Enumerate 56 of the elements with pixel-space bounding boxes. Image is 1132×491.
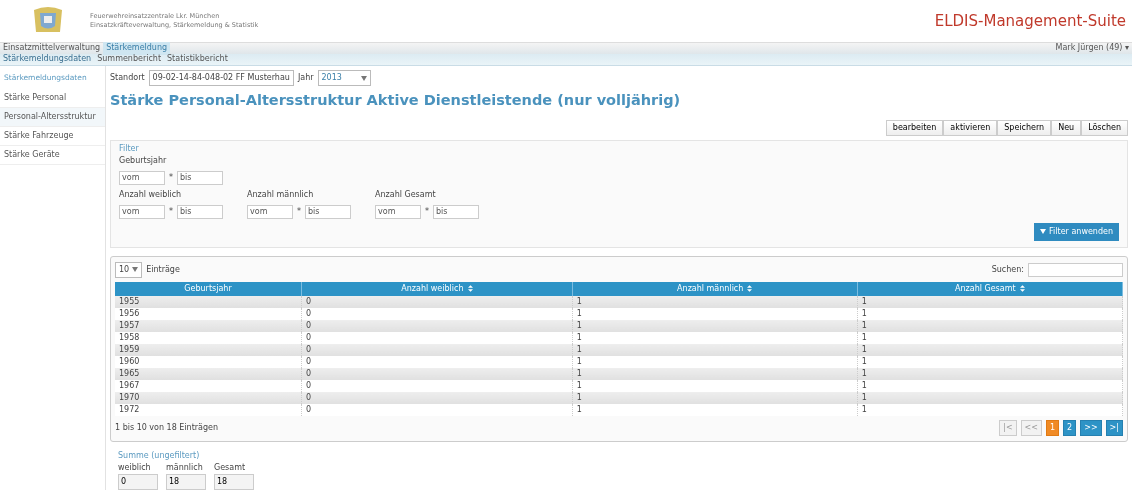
separator-text: * — [169, 205, 173, 218]
from-field[interactable]: vom — [119, 170, 165, 185]
sidebar-item[interactable]: Stärke Fahrzeuge — [0, 127, 105, 147]
sum-legend: Summe (ungefiltert) — [118, 449, 1128, 462]
search-field[interactable] — [1028, 262, 1123, 277]
sort-icon — [467, 285, 473, 293]
from-field[interactable]: vom — [375, 204, 421, 219]
nav-tab[interactable]: Stärkemeldung — [103, 42, 171, 55]
toolbar-button[interactable]: bearbeiten — [885, 119, 944, 136]
caret-icon — [1040, 229, 1047, 235]
field-label: Standort — [110, 72, 145, 84]
filter-label: Geburtsjahr — [119, 154, 168, 167]
page-size-label: Einträge — [146, 263, 180, 276]
nav-tab[interactable]: Einsatzmittelverwaltung — [0, 42, 104, 55]
toolbar-button[interactable]: Neu — [1051, 119, 1082, 136]
from-field[interactable]: vom — [119, 204, 165, 219]
caret-icon — [360, 75, 367, 81]
year-dropdown[interactable]: 2013 — [317, 70, 371, 86]
sort-icon — [1019, 285, 1025, 293]
separator-text: * — [425, 205, 429, 218]
separator-text: * — [297, 205, 301, 218]
apply-filter-button[interactable]: Filter anwenden — [1034, 222, 1119, 241]
filter-label: Anzahl männlich — [247, 188, 315, 201]
sum-label: weiblich — [118, 461, 152, 474]
from-field[interactable]: vom — [247, 204, 293, 219]
separator-text: * — [169, 171, 173, 184]
sum-label: männlich — [166, 461, 204, 474]
to-field[interactable]: bis — [433, 204, 479, 219]
toolbar-button[interactable]: Speichern — [997, 119, 1052, 136]
caret-icon — [132, 267, 139, 273]
toolbar-button[interactable]: Löschen — [1081, 119, 1128, 136]
sum-field[interactable]: 0 — [118, 473, 158, 490]
filter-label: Anzahl weiblich — [119, 188, 183, 201]
to-field[interactable]: bis — [177, 204, 223, 219]
user-menu[interactable]: Mark Jürgen (49) ▾ — [1052, 42, 1132, 55]
sum-field[interactable]: 18 — [166, 473, 206, 490]
to-field[interactable]: bis — [177, 170, 223, 185]
subnav-tab[interactable]: Summenbericht — [94, 53, 165, 66]
sum-label: Gesamt — [214, 461, 247, 474]
sum-field[interactable]: 18 — [214, 473, 254, 490]
subnav-tab[interactable]: Stärkemeldungsdaten — [0, 53, 95, 66]
page-size-dropdown[interactable]: 10 — [115, 261, 143, 278]
app-title: ELDIS-Management-Suite — [934, 10, 1126, 32]
location-field[interactable]: 09-02-14-84-048-02 FF Musterhau — [148, 70, 294, 86]
sidebar-item[interactable]: Stärke Geräte — [0, 146, 105, 166]
page-title: Stärke Personal-Altersstruktur Aktive Dienstleistende (nur volljährig) — [110, 91, 682, 110]
subnav-tab[interactable]: Statistikbericht — [164, 53, 231, 66]
toolbar-button[interactable]: aktivieren — [943, 119, 998, 136]
search-label: Suchen: — [991, 263, 1024, 276]
sort-icon — [747, 285, 753, 293]
to-field[interactable]: bis — [305, 204, 351, 219]
table-info: 1 bis 10 von 18 Einträgen — [115, 421, 219, 434]
filter-legend: Filter — [119, 142, 1119, 155]
sidebar-item[interactable]: Personal-Altersstruktur — [0, 108, 105, 128]
field-label: Jahr — [297, 72, 314, 84]
filter-label: Anzahl Gesamt — [375, 188, 437, 201]
